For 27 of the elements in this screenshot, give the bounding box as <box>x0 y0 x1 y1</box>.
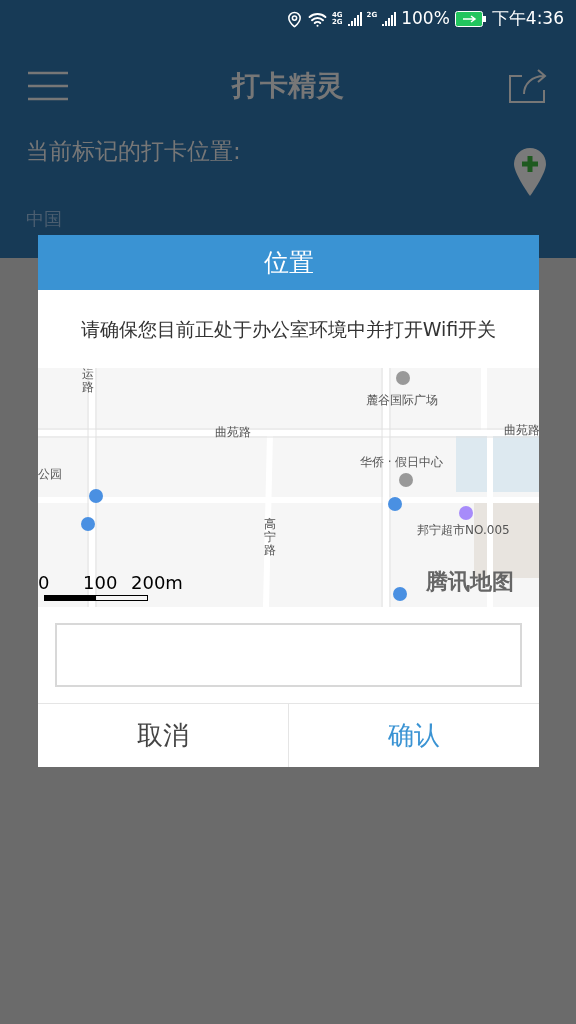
clock: 下午4:36 <box>491 7 564 31</box>
map-label: 麓谷国际广场 <box>366 394 438 408</box>
map-label: 运路 <box>82 368 94 395</box>
signal-icon <box>347 12 362 26</box>
map-label: 高宁路 <box>264 518 276 558</box>
location-icon <box>285 10 303 28</box>
map-logo: 腾讯地图 <box>426 571 514 593</box>
signal-icon <box>382 12 397 26</box>
share-icon[interactable] <box>508 68 548 104</box>
location-label: 当前标记的打卡位置: <box>26 137 241 166</box>
scale-label: 200m <box>131 574 183 592</box>
dialog-title: 位置 <box>263 246 314 279</box>
map-label: 曲苑路 <box>215 426 251 440</box>
battery-icon <box>454 11 487 27</box>
map-label: 邦宁超市NO.005 <box>417 524 510 538</box>
menu-icon[interactable] <box>28 71 68 101</box>
map-label: 曲苑路 <box>504 424 539 438</box>
app-title: 打卡精灵 <box>232 68 344 104</box>
dialog-message: 请确保您目前正处于办公室环境中并打开Wifi开关 <box>80 316 497 342</box>
map-label: 华侨 · 假日中心 <box>360 456 444 470</box>
add-location-icon[interactable] <box>514 148 546 196</box>
scale-label: 100 <box>83 574 118 592</box>
battery-percent: 100% <box>401 7 450 31</box>
input-field[interactable] <box>55 623 522 687</box>
cancel-button[interactable]: 取消 <box>38 704 288 767</box>
scale-label: 0 <box>38 574 50 592</box>
map-label: 公园 <box>38 468 62 482</box>
